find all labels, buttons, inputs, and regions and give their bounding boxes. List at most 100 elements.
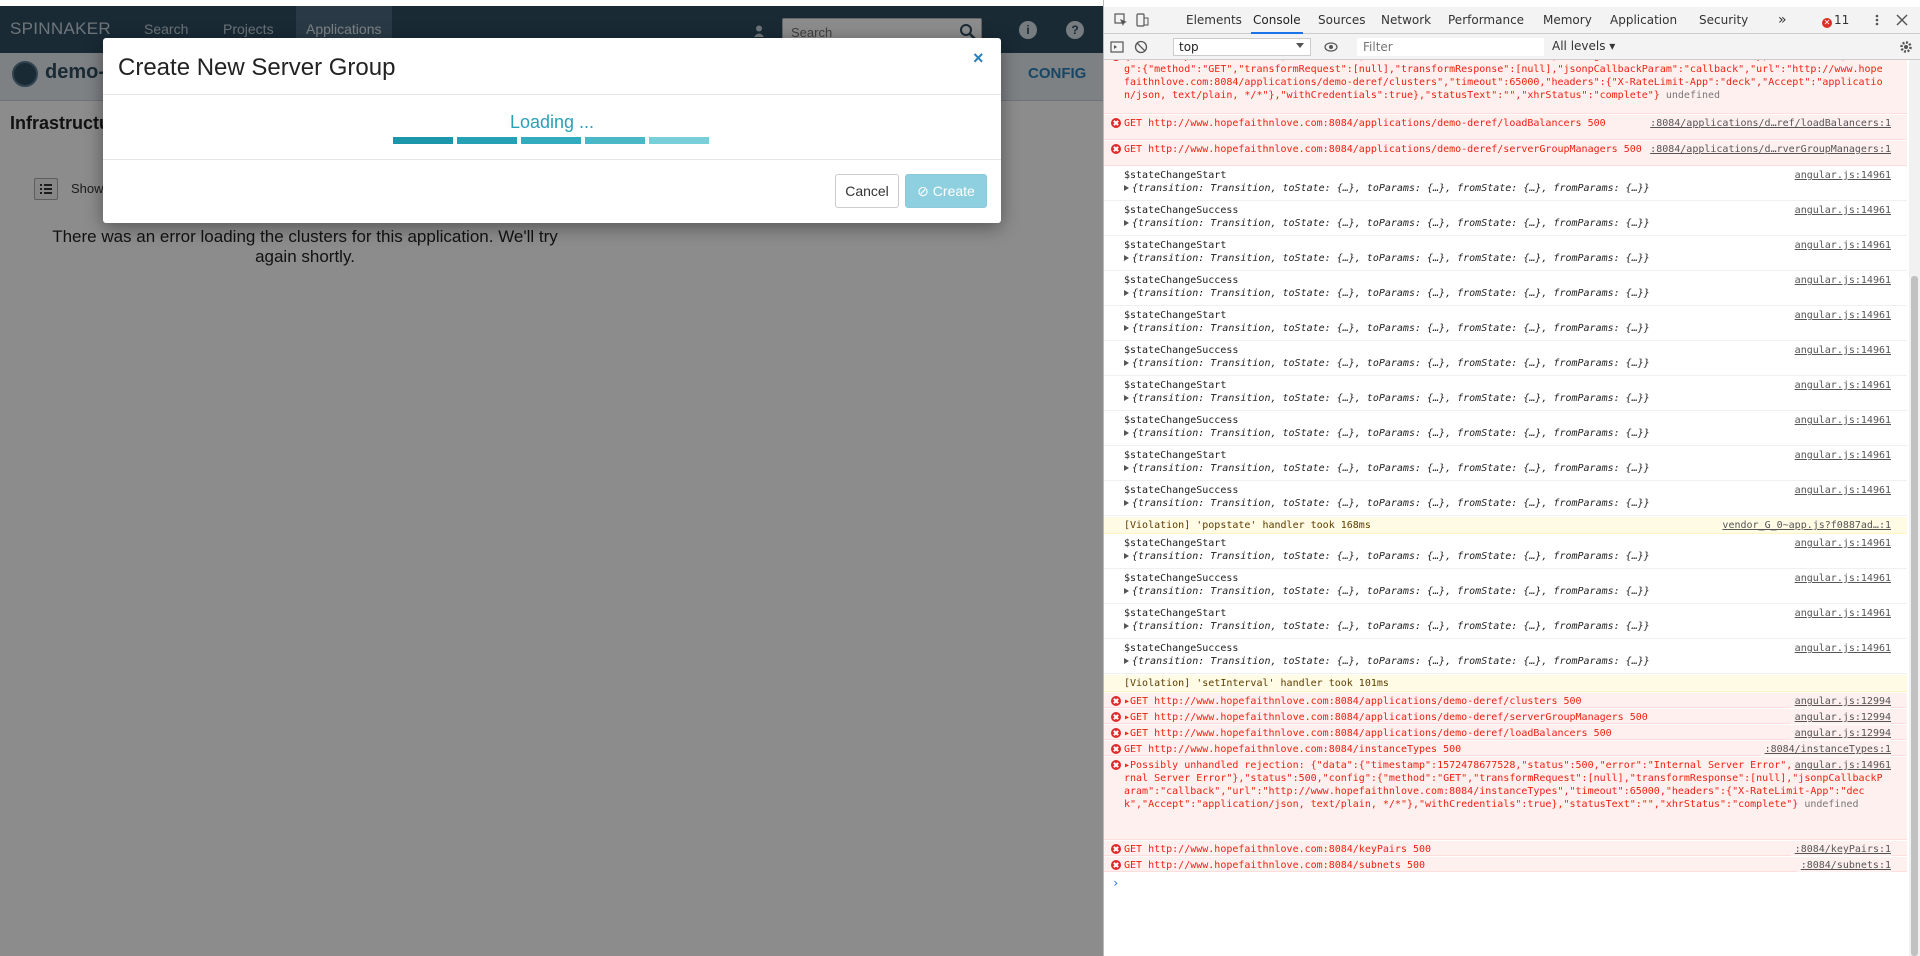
console-object-preview[interactable]: {transition: Transition, toState: {…}, t… [1124,357,1650,370]
source-link[interactable]: :8084/applications/d…rverGroupManagers:1 [1646,143,1891,156]
error-count-badge[interactable]: ✕ 11 [1822,7,1849,34]
console-message[interactable]: ▸Possibly unhandled rejection: {"data":{… [1104,757,1907,840]
console-message[interactable]: $stateChangeStart {transition: Transition… [1104,605,1907,639]
source-link[interactable]: angular.js:14961 [1791,414,1891,427]
tab-application[interactable]: Application [1608,7,1679,34]
settings-gear-icon[interactable] [1899,40,1913,54]
console-message[interactable]: GET http://www.hopefaithnlove.com:8084/k… [1104,841,1907,856]
console-object-preview[interactable]: {transition: Transition, toState: {…}, t… [1124,217,1650,230]
sidebar-toggle-icon[interactable] [1110,40,1124,54]
console-message[interactable]: $stateChangeSuccess {transition: Transiti… [1104,482,1907,516]
expand-triangle-icon[interactable] [1124,185,1129,191]
source-link[interactable]: angular.js:14961 [1791,449,1891,462]
console-message[interactable]: $stateChangeSuccess {transition: Transiti… [1104,272,1907,306]
console-message[interactable]: [Violation] 'popstate' handler took 168m… [1104,517,1907,534]
create-button[interactable]: ⊘ Create [905,174,987,208]
console-message[interactable]: ▸GET http://www.hopefaithnlove.com:8084/… [1104,693,1907,708]
expand-triangle-icon[interactable] [1124,430,1129,436]
console-message[interactable]: [Violation] 'setInterval' handler took 1… [1104,675,1907,692]
expand-triangle-icon[interactable] [1124,623,1129,629]
console-message[interactable]: ▸GET http://www.hopefaithnlove.com:8084/… [1104,709,1907,724]
source-link[interactable]: angular.js:14961 [1791,309,1891,322]
source-link[interactable]: angular.js:14961 [1791,239,1891,252]
tab-security[interactable]: Security [1697,7,1750,34]
console-message[interactable]: GET http://www.hopefaithnlove.com:8084/a… [1104,141,1907,166]
console-message[interactable]: $stateChangeStart {transition: Transition… [1104,307,1907,341]
cancel-button[interactable]: Cancel [835,174,899,208]
close-devtools-icon[interactable] [1895,13,1909,27]
expand-triangle-icon[interactable] [1124,500,1129,506]
source-link[interactable]: :8084/keyPairs:1 [1790,843,1891,856]
log-levels-dropdown[interactable]: All levels ▾ [1552,39,1615,53]
expand-triangle-icon[interactable] [1124,220,1129,226]
source-link[interactable]: angular.js:12994 [1790,727,1891,740]
console-message[interactable]: $stateChangeSuccess {transition: Transiti… [1104,342,1907,376]
console-scrollbar[interactable] [1909,60,1920,956]
source-link[interactable]: angular.js:14961 [1791,204,1891,217]
source-link[interactable]: angular.js:14961 [1791,379,1891,392]
console-object-preview[interactable]: {transition: Transition, toState: {…}, t… [1124,655,1650,668]
console-prompt[interactable]: › [1112,877,1119,890]
console-filter-input[interactable] [1357,38,1544,56]
source-link[interactable]: angular.js:14961 [1790,759,1891,772]
tab-console[interactable]: Console [1251,7,1303,34]
console-message[interactable]: $stateChangeSuccess {transition: Transiti… [1104,202,1907,236]
source-link[interactable]: angular.js:12994 [1790,711,1891,724]
source-link[interactable]: angular.js:14961 [1791,537,1891,550]
expand-triangle-icon[interactable] [1124,588,1129,594]
console-object-preview[interactable]: {transition: Transition, toState: {…}, t… [1124,497,1650,510]
tab-sources[interactable]: Sources [1316,7,1367,34]
console-object-preview[interactable]: {transition: Transition, toState: {…}, t… [1124,427,1650,440]
tab-network[interactable]: Network [1379,7,1433,34]
live-expression-eye-icon[interactable] [1324,40,1338,54]
console-object-preview[interactable]: {transition: Transition, toState: {…}, t… [1124,585,1650,598]
console-object-preview[interactable]: {transition: Transition, toState: {…}, t… [1124,252,1650,265]
expand-triangle-icon[interactable] [1124,325,1129,331]
console-object-preview[interactable]: {transition: Transition, toState: {…}, t… [1124,620,1650,633]
source-link[interactable]: :8084/subnets:1 [1796,859,1891,872]
console-message[interactable]: ▸GET http://www.hopefaithnlove.com:8084/… [1104,725,1907,740]
clear-console-icon[interactable] [1134,40,1148,54]
source-link[interactable]: angular.js:14961 [1791,344,1891,357]
console-message[interactable]: $stateChangeStart {transition: Transition… [1104,535,1907,569]
source-link[interactable]: angular.js:12994 [1790,695,1891,708]
context-selector[interactable]: top [1173,38,1311,56]
console-message[interactable]: $stateChangeSuccess {transition: Transiti… [1104,570,1907,604]
expand-triangle-icon[interactable] [1124,465,1129,471]
source-link[interactable]: angular.js:14961 [1791,484,1891,497]
console-object-preview[interactable]: {transition: Transition, toState: {…}, t… [1124,182,1650,195]
console-message[interactable]: $stateChangeStart {transition: Transition… [1104,377,1907,411]
expand-triangle-icon[interactable] [1124,360,1129,366]
device-toolbar-icon[interactable] [1135,13,1149,27]
close-icon[interactable]: × [973,48,984,69]
console-message[interactable]: GET http://www.hopefaithnlove.com:8084/a… [1104,115,1907,140]
source-link[interactable]: angular.js:14961 [1791,607,1891,620]
source-link[interactable]: :8084/instanceTypes:1 [1760,743,1891,756]
console-object-preview[interactable]: {transition: Transition, toState: {…}, t… [1124,322,1650,335]
console-object-preview[interactable]: {transition: Transition, toState: {…}, t… [1124,462,1650,475]
expand-triangle-icon[interactable] [1124,290,1129,296]
console-message[interactable]: $stateChangeSuccess {transition: Transiti… [1104,412,1907,446]
tab-elements[interactable]: Elements [1184,7,1244,34]
more-tabs-icon[interactable]: » [1776,7,1789,34]
console-message[interactable]: GET http://www.hopefaithnlove.com:8084/s… [1104,857,1907,872]
tab-performance[interactable]: Performance [1446,7,1526,34]
tab-memory[interactable]: Memory [1541,7,1594,34]
kebab-menu-icon[interactable] [1870,13,1884,27]
console-message[interactable]: {"timestamp":1572478645516,"status":500,… [1104,60,1907,114]
console-message[interactable]: $stateChangeStart {transition: Transition… [1104,237,1907,271]
source-link[interactable]: angular.js:14961 [1791,169,1891,182]
expand-triangle-icon[interactable] [1124,255,1129,261]
expand-triangle-icon[interactable] [1124,395,1129,401]
console-object-preview[interactable]: {transition: Transition, toState: {…}, t… [1124,287,1650,300]
console-object-preview[interactable]: {transition: Transition, toState: {…}, t… [1124,550,1650,563]
console-message[interactable]: $stateChangeSuccess {transition: Transiti… [1104,640,1907,674]
source-link[interactable]: angular.js:14961 [1791,642,1891,655]
console-message[interactable]: $stateChangeStart {transition: Transition… [1104,167,1907,201]
scrollbar-thumb[interactable] [1911,276,1918,956]
expand-triangle-icon[interactable] [1124,658,1129,664]
source-link[interactable]: vendor_G_0~app.js?f0887ad…:1 [1718,519,1891,532]
source-link[interactable]: angular.js:14961 [1791,274,1891,287]
source-link[interactable]: angular.js:14961 [1791,572,1891,585]
expand-triangle-icon[interactable] [1124,553,1129,559]
